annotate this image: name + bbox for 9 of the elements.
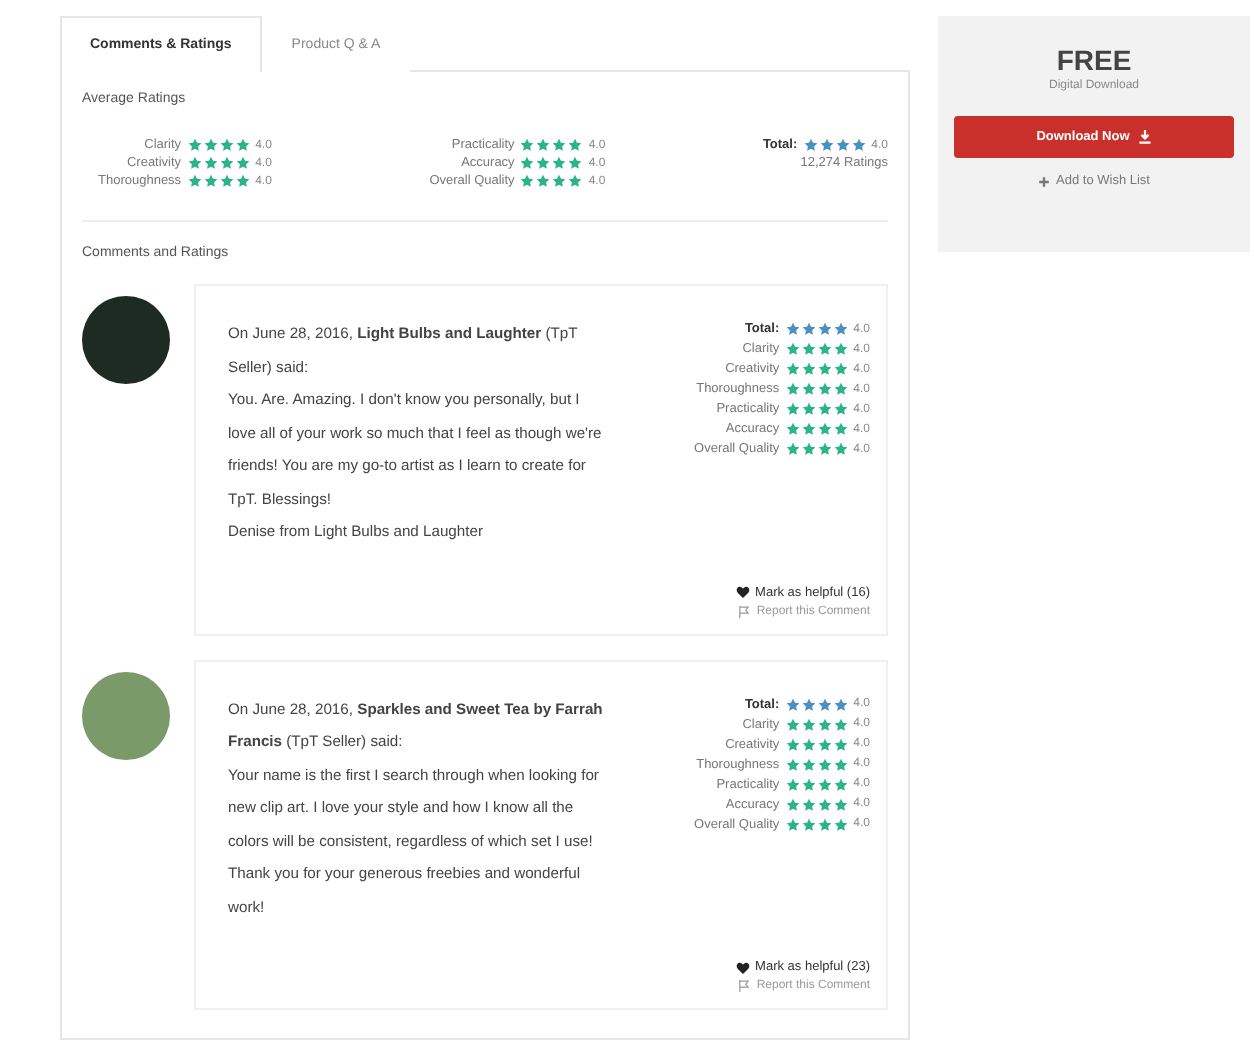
plus-icon — [1038, 175, 1051, 187]
price: FREE — [1056, 44, 1132, 76]
avatar-placeholder — [82, 296, 170, 384]
download-icon — [1137, 130, 1152, 144]
heart-icon — [735, 961, 750, 973]
flag-icon — [738, 605, 751, 617]
heart-icon — [735, 586, 750, 598]
avatar-placeholder — [82, 671, 170, 759]
flag-icon — [738, 980, 751, 992]
